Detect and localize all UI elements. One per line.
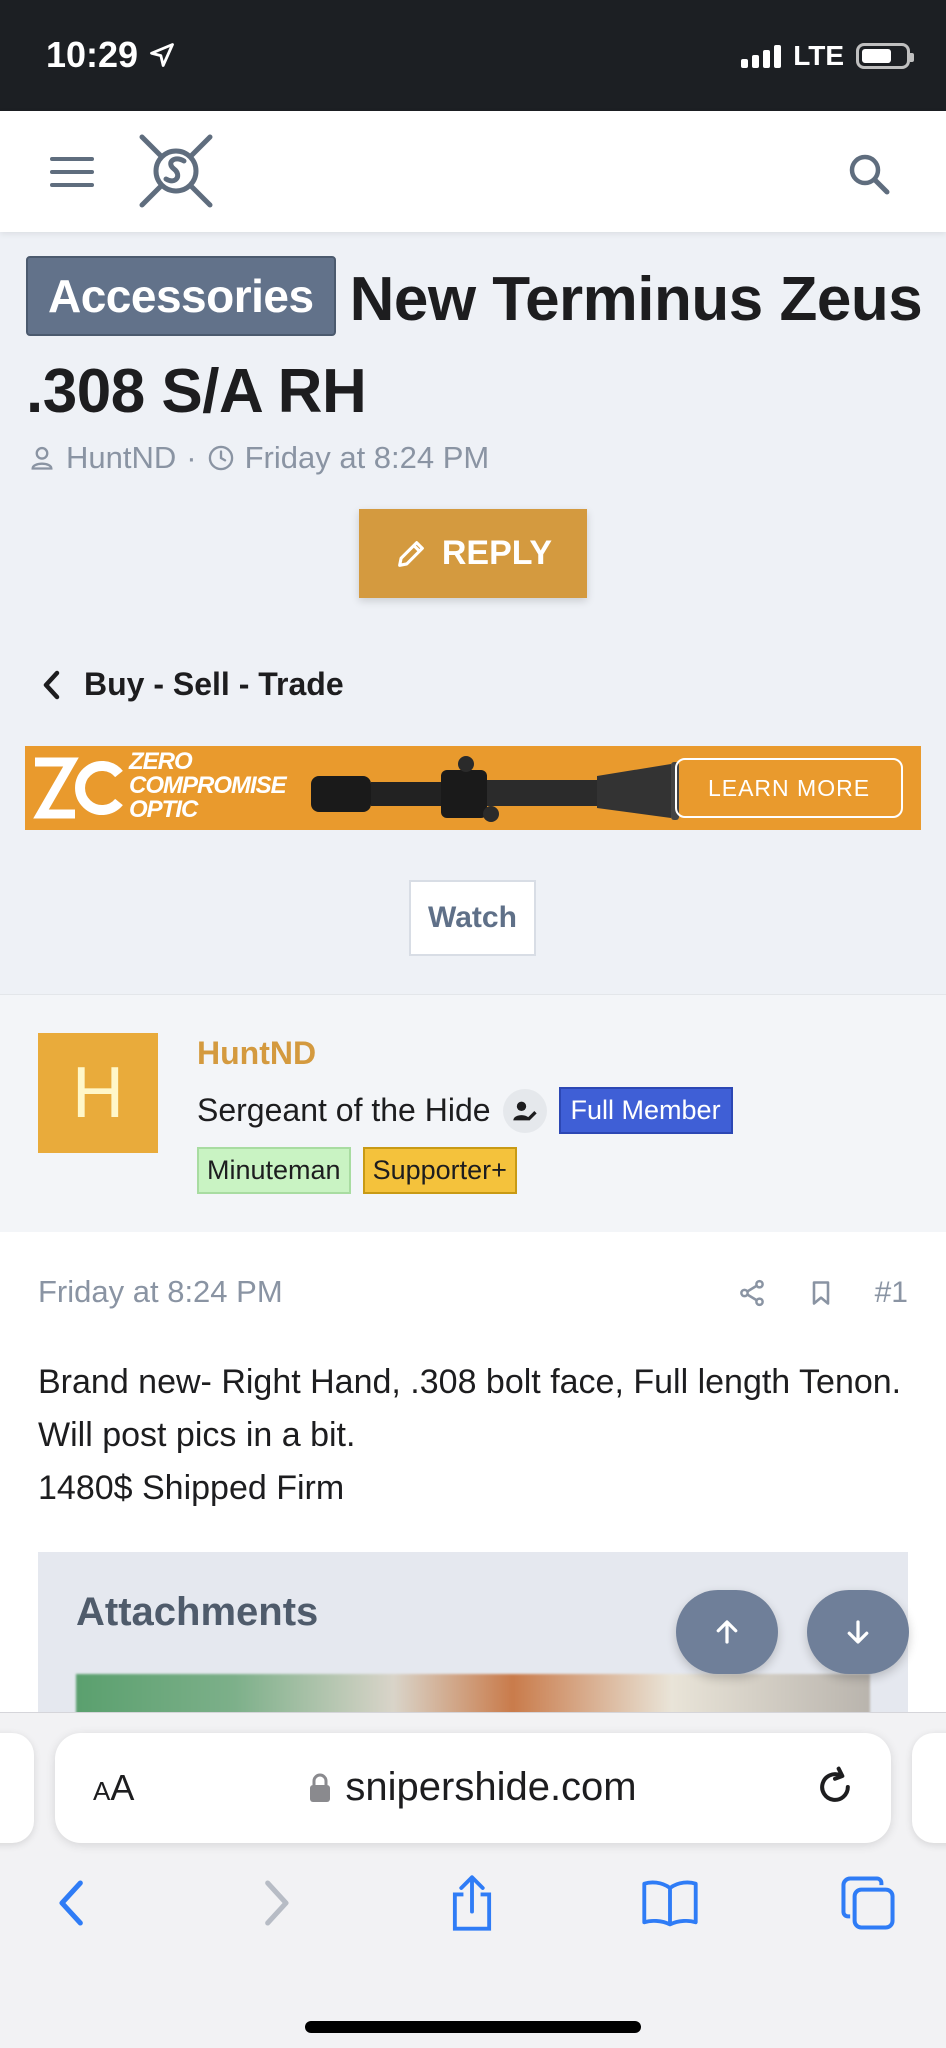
post-user-block: H HuntND Sergeant of the Hide Full Membe… (0, 994, 946, 1232)
location-arrow-icon (150, 43, 174, 67)
ad-banner[interactable]: ZERO COMPROMISE OPTIC LEARN MORE (25, 746, 921, 830)
search-icon[interactable] (846, 151, 892, 197)
safari-toolbar: AA snipershide.com (0, 1712, 946, 2048)
avatar[interactable]: H (38, 1033, 158, 1153)
tabs-button[interactable] (838, 1873, 898, 1933)
site-header (0, 111, 946, 232)
post-actions: #1 (737, 1276, 908, 1310)
meta-separator: · (186, 440, 197, 475)
previous-tab-peek[interactable] (0, 1733, 34, 1843)
url-text: snipershide.com (345, 1765, 637, 1809)
user-icon (31, 446, 53, 470)
battery-icon (856, 43, 914, 69)
attachments-section: Attachments (38, 1552, 908, 1734)
badge-row: Minuteman Supporter+ (197, 1147, 517, 1194)
thread-title: Accessories New Terminus Zeus .308 S/A RH (26, 254, 926, 438)
thread-date[interactable]: Friday at 8:24 PM (245, 440, 490, 476)
browser-nav-toolbar (0, 1873, 946, 1963)
banner-brand-text: ZERO COMPROMISE OPTIC (129, 748, 287, 823)
share-icon (452, 1875, 492, 1931)
reply-button[interactable]: REPLY (359, 509, 587, 598)
attachments-title: Attachments (76, 1590, 319, 1634)
post-text: Brand new- Right Hand, .308 bolt face, F… (38, 1356, 918, 1515)
scroll-to-top-button[interactable] (676, 1590, 778, 1674)
chevron-left-icon (43, 670, 60, 699)
arrow-down-icon (847, 1620, 869, 1644)
bookmark-icon[interactable] (807, 1278, 835, 1308)
tabs-icon (841, 1876, 895, 1930)
share-icon[interactable] (737, 1278, 767, 1308)
breadcrumb-label: Buy - Sell - Trade (84, 666, 344, 702)
bookmarks-button[interactable] (640, 1873, 700, 1933)
rifle-scope-image (311, 756, 679, 822)
status-indicators: LTE (741, 40, 914, 72)
post-username[interactable]: HuntND (197, 1035, 316, 1072)
status-time: 10:29 (46, 34, 176, 76)
reload-icon[interactable] (813, 1765, 857, 1809)
chevron-left-icon (59, 1880, 83, 1926)
forward-button[interactable] (246, 1873, 306, 1933)
next-tab-peek[interactable] (912, 1733, 946, 1843)
thread-author[interactable]: HuntND (66, 440, 176, 476)
arrow-up-icon (716, 1620, 738, 1644)
url-display[interactable]: snipershide.com (55, 1765, 891, 1810)
post-body: Friday at 8:24 PM #1 Brand new- Right Ha… (0, 1232, 946, 1734)
snipershide-logo-icon[interactable] (134, 129, 218, 213)
learn-more-button[interactable]: LEARN MORE (675, 758, 903, 818)
user-title-row: Sergeant of the Hide Full Member (197, 1087, 733, 1134)
post-number[interactable]: #1 (875, 1276, 908, 1310)
user-title: Sergeant of the Hide (197, 1092, 491, 1128)
user-edit-icon (502, 1088, 547, 1133)
scroll-to-bottom-button[interactable] (807, 1590, 909, 1674)
lock-icon (310, 1773, 331, 1802)
watch-button[interactable]: Watch (409, 880, 536, 956)
book-icon (642, 1880, 698, 1927)
back-button[interactable] (42, 1873, 102, 1933)
status-bar: 10:29 LTE (0, 0, 946, 111)
zero-compromise-logo-icon (33, 757, 123, 819)
post-text-line: 1480$ Shipped Firm (38, 1469, 345, 1507)
post-date[interactable]: Friday at 8:24 PM (38, 1274, 283, 1310)
badge-minuteman: Minuteman (197, 1147, 351, 1194)
thread-meta: HuntND · Friday at 8:24 PM (28, 440, 489, 476)
network-type: LTE (793, 40, 844, 71)
badge-full-member: Full Member (558, 1087, 733, 1134)
cellular-signal-icon (741, 44, 782, 68)
thread-prefix-label[interactable]: Accessories (26, 256, 336, 336)
hamburger-menu-icon[interactable] (50, 157, 94, 187)
chevron-right-icon (265, 1880, 289, 1926)
post-text-line: Brand new- Right Hand, .308 bolt face, F… (38, 1363, 902, 1454)
pencil-icon (397, 540, 424, 567)
breadcrumb-back-link[interactable]: Buy - Sell - Trade (42, 666, 344, 703)
clock: 10:29 (46, 34, 139, 75)
badge-supporter-plus: Supporter+ (362, 1147, 517, 1194)
home-indicator (305, 2021, 641, 2033)
clock-icon (208, 445, 233, 471)
share-button[interactable] (442, 1873, 502, 1933)
address-bar[interactable]: AA snipershide.com (55, 1733, 891, 1843)
reply-button-label: REPLY (441, 534, 553, 572)
